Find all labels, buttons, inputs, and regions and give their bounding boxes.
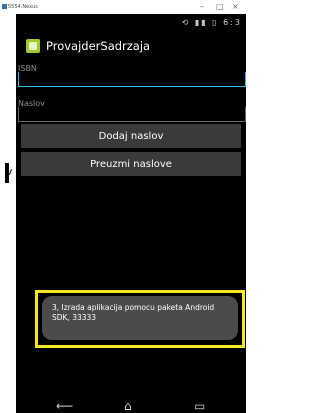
naslov-field[interactable] — [18, 107, 246, 122]
fetch-titles-button[interactable]: Preuzmi naslove — [21, 152, 241, 176]
add-title-button[interactable]: Dodaj naslov — [21, 124, 241, 148]
toast-message: 3, Izrada aplikacija pomocu paketa Andro… — [42, 296, 238, 340]
minimize-button[interactable]: – — [200, 2, 204, 11]
navigation-bar: ⟵ ⌂ ▭ — [16, 399, 246, 413]
isbn-field[interactable] — [18, 72, 246, 87]
sync-icon: ⟲ — [181, 18, 191, 27]
back-icon[interactable]: ⟵ — [56, 400, 73, 412]
app-title: ProvajderSadrzaja — [46, 39, 151, 53]
maximize-button[interactable]: □ — [216, 2, 224, 11]
signal-icon: ▮▮ — [194, 18, 208, 27]
emulator-title: 5554:Nexus — [8, 4, 38, 10]
close-button[interactable]: × — [232, 2, 239, 11]
battery-icon: ▯ — [212, 18, 219, 27]
device-screen: ⟲ ▮▮ ▯ 6:3 ProvajderSadrzaja ISBN Naslov… — [16, 14, 246, 413]
recent-apps-icon[interactable]: ▭ — [194, 400, 205, 412]
status-bar: ⟲ ▮▮ ▯ 6:3 — [16, 14, 246, 32]
action-bar: ProvajderSadrzaja — [16, 32, 246, 62]
cursor-artifact — [5, 163, 12, 187]
clock: 6:3 — [223, 18, 242, 27]
android-app-icon — [26, 39, 40, 53]
emulator-title-bar: 5554:Nexus – □ × — [0, 0, 246, 14]
emulator-icon — [2, 4, 7, 9]
home-icon[interactable]: ⌂ — [124, 400, 132, 412]
